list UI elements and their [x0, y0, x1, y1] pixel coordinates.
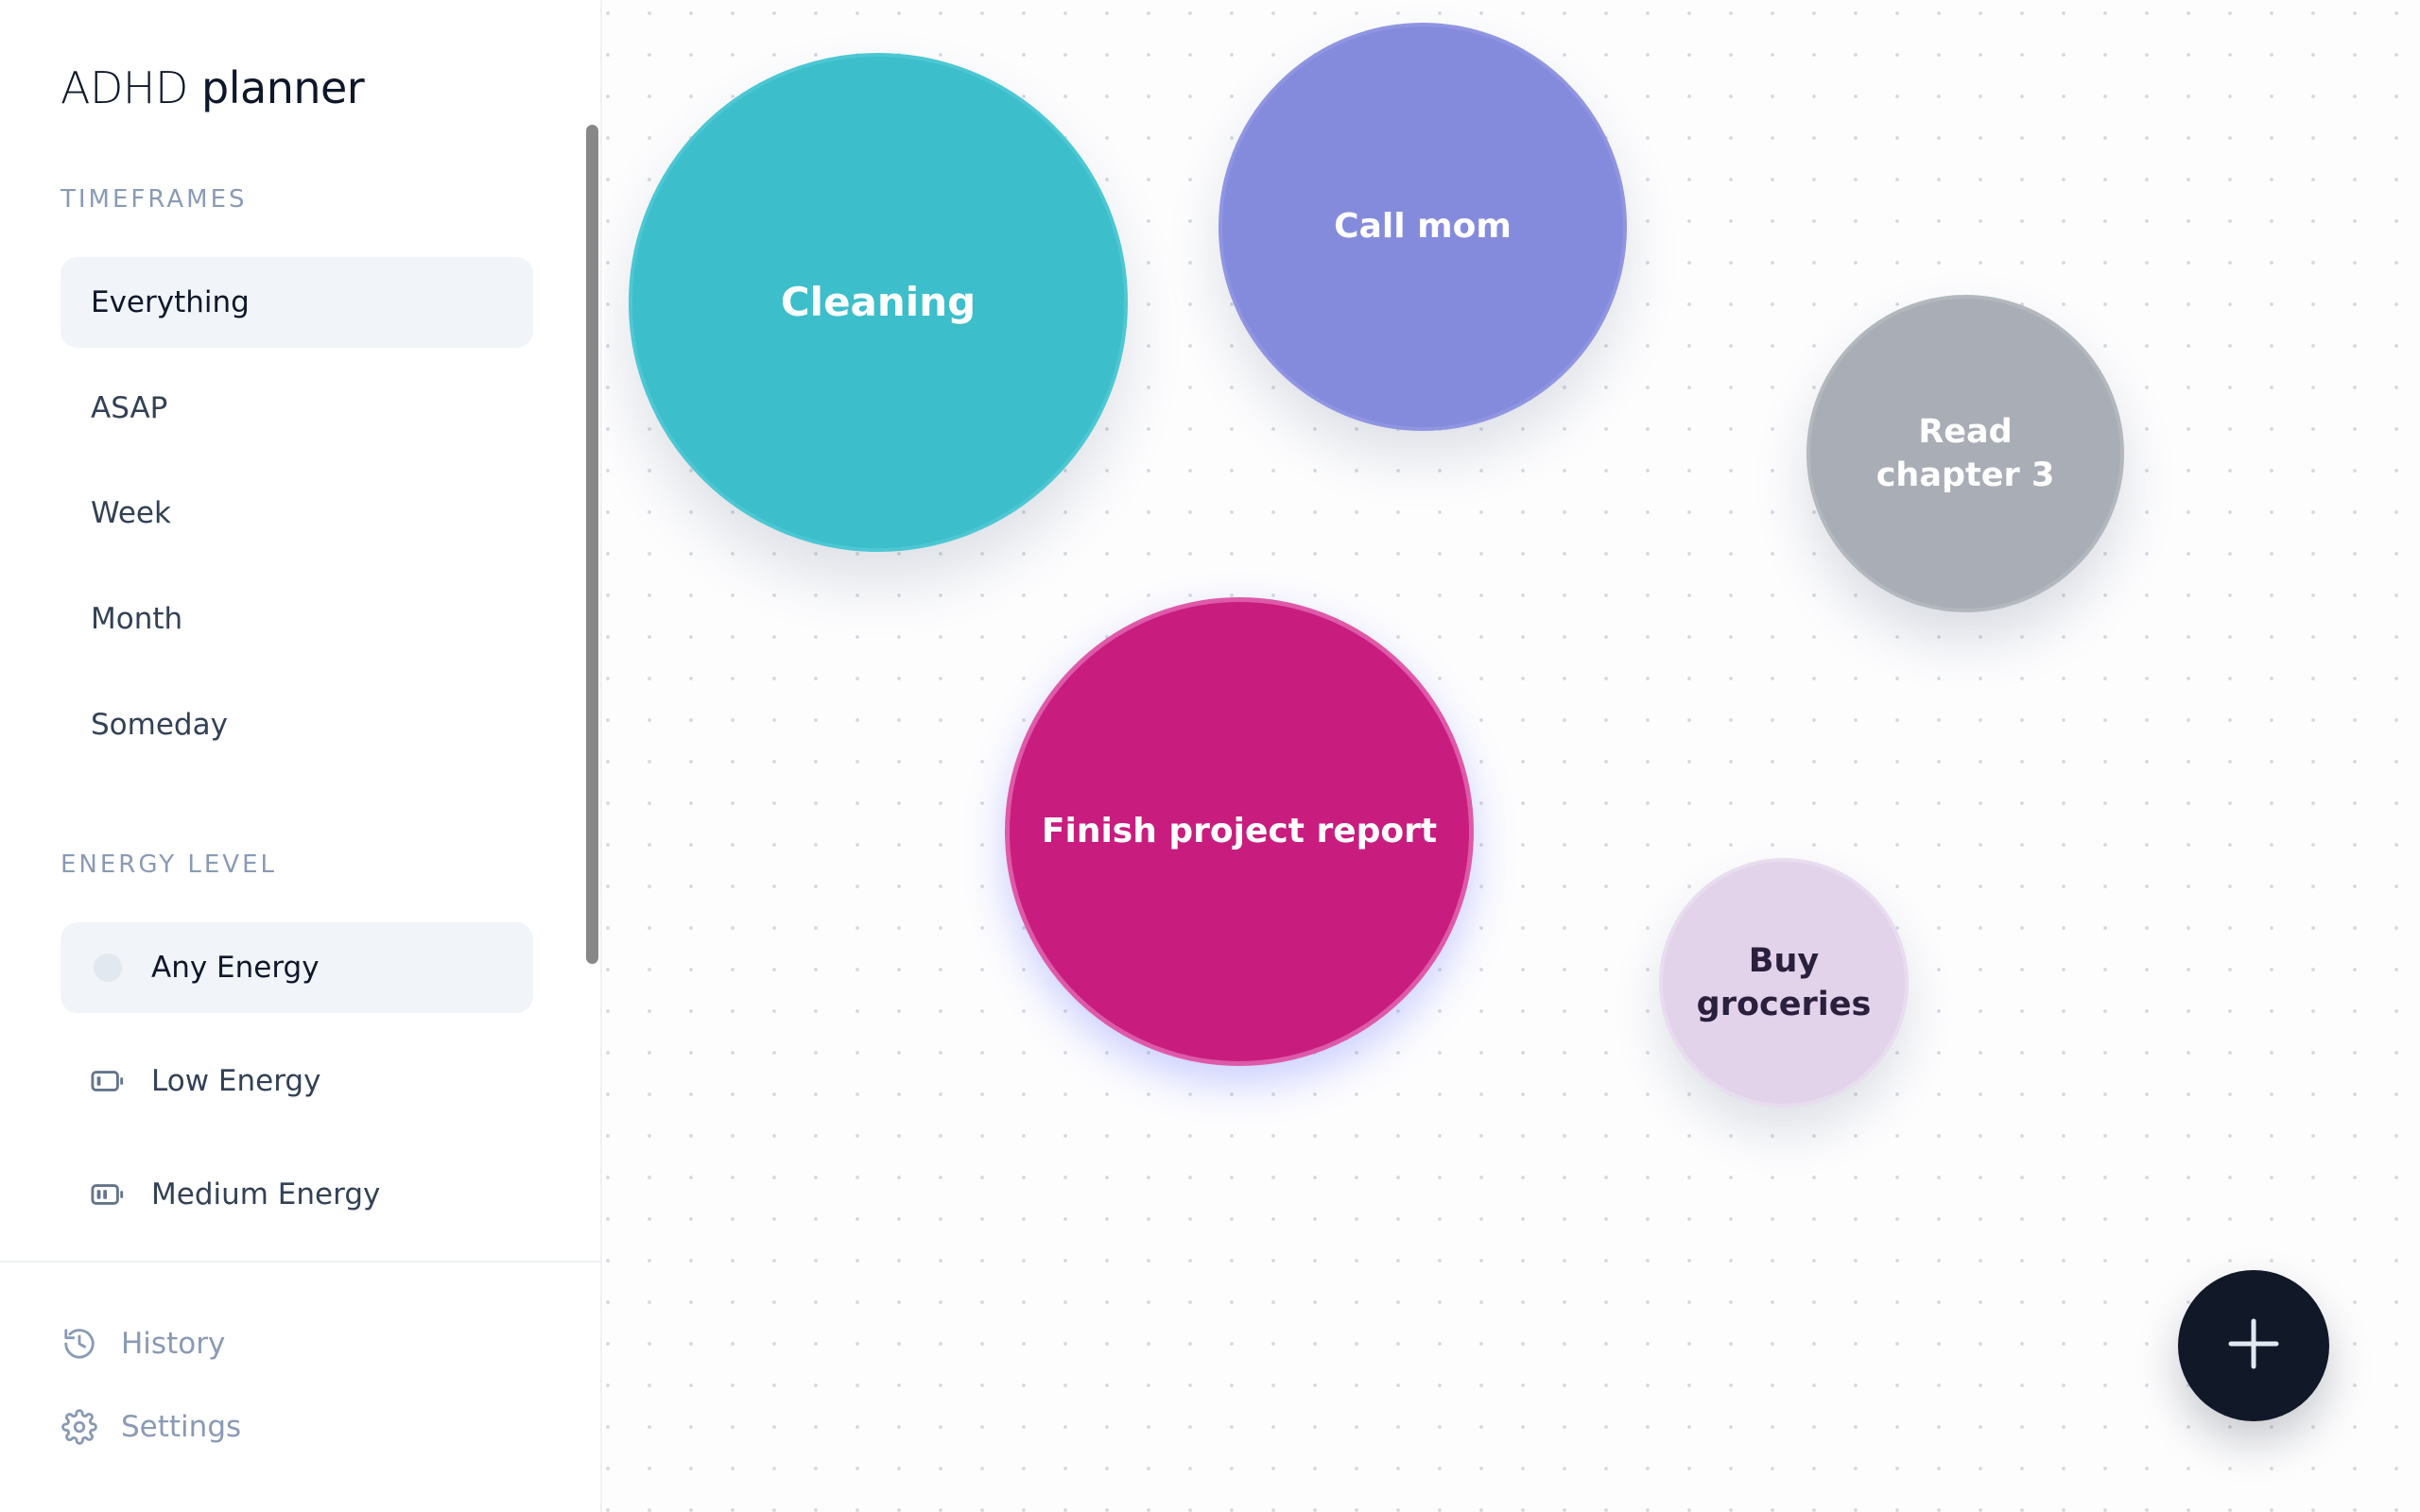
timeframe-asap[interactable]: ASAP: [60, 363, 533, 454]
timeframe-label: Everything: [91, 285, 250, 319]
task-bubble-read-chapter[interactable]: Read chapter 3: [1806, 295, 2124, 612]
task-label: Read chapter 3: [1876, 412, 2055, 494]
settings-icon: [60, 1408, 98, 1446]
timeframe-week[interactable]: Week: [60, 468, 533, 558]
timeframe-label: Someday: [91, 708, 228, 742]
timeframe-label: Week: [91, 496, 171, 530]
task-canvas[interactable]: Cleaning Call mom Read chapter 3 Finish …: [604, 0, 2420, 1512]
task-bubble-finish-report[interactable]: Finish project report: [1005, 597, 1474, 1066]
battery-low-icon: [91, 1064, 125, 1098]
dot-icon: [91, 951, 125, 985]
settings-label: Settings: [121, 1410, 242, 1444]
add-task-button[interactable]: [2178, 1270, 2329, 1421]
energy-medium[interactable]: Medium Energy: [60, 1149, 533, 1240]
settings-link[interactable]: Settings: [60, 1399, 241, 1455]
task-bubble-buy-groceries[interactable]: Buy groceries: [1659, 858, 1909, 1108]
history-label: History: [121, 1327, 226, 1361]
task-label: Finish project report: [1041, 812, 1438, 851]
app-title-bold: planner: [201, 62, 365, 113]
energy-low[interactable]: Low Energy: [60, 1036, 533, 1126]
task-bubble-call-mom[interactable]: Call mom: [1219, 23, 1627, 431]
task-label: Buy groceries: [1696, 941, 1872, 1023]
timeframes-heading: TIMEFRAMES: [60, 185, 248, 214]
history-icon: [60, 1325, 98, 1363]
timeframe-label: ASAP: [91, 391, 168, 425]
energy-label: Any Energy: [151, 951, 320, 985]
app-title-light: ADHD: [60, 62, 188, 113]
app-title: ADHD planner: [60, 62, 365, 113]
task-bubble-cleaning[interactable]: Cleaning: [629, 53, 1128, 552]
energy-level-heading: ENERGY LEVEL: [60, 850, 277, 879]
sidebar-scrollbar[interactable]: [586, 125, 598, 964]
history-link[interactable]: History: [60, 1315, 225, 1372]
plus-icon: [2225, 1315, 2282, 1376]
energy-any[interactable]: Any Energy: [60, 922, 533, 1013]
task-label: Call mom: [1334, 207, 1512, 247]
timeframe-month[interactable]: Month: [60, 574, 533, 664]
energy-label: Low Energy: [151, 1064, 321, 1098]
sidebar-divider: [0, 1261, 602, 1263]
energy-label: Medium Energy: [151, 1177, 381, 1211]
timeframe-label: Month: [91, 602, 183, 636]
battery-medium-icon: [91, 1177, 125, 1211]
sidebar: ADHD planner TIMEFRAMES Everything ASAP …: [0, 0, 602, 1512]
timeframe-everything[interactable]: Everything: [60, 257, 533, 348]
app-window: ADHD planner TIMEFRAMES Everything ASAP …: [0, 0, 2420, 1512]
timeframe-someday[interactable]: Someday: [60, 679, 533, 770]
task-label: Cleaning: [780, 279, 977, 326]
